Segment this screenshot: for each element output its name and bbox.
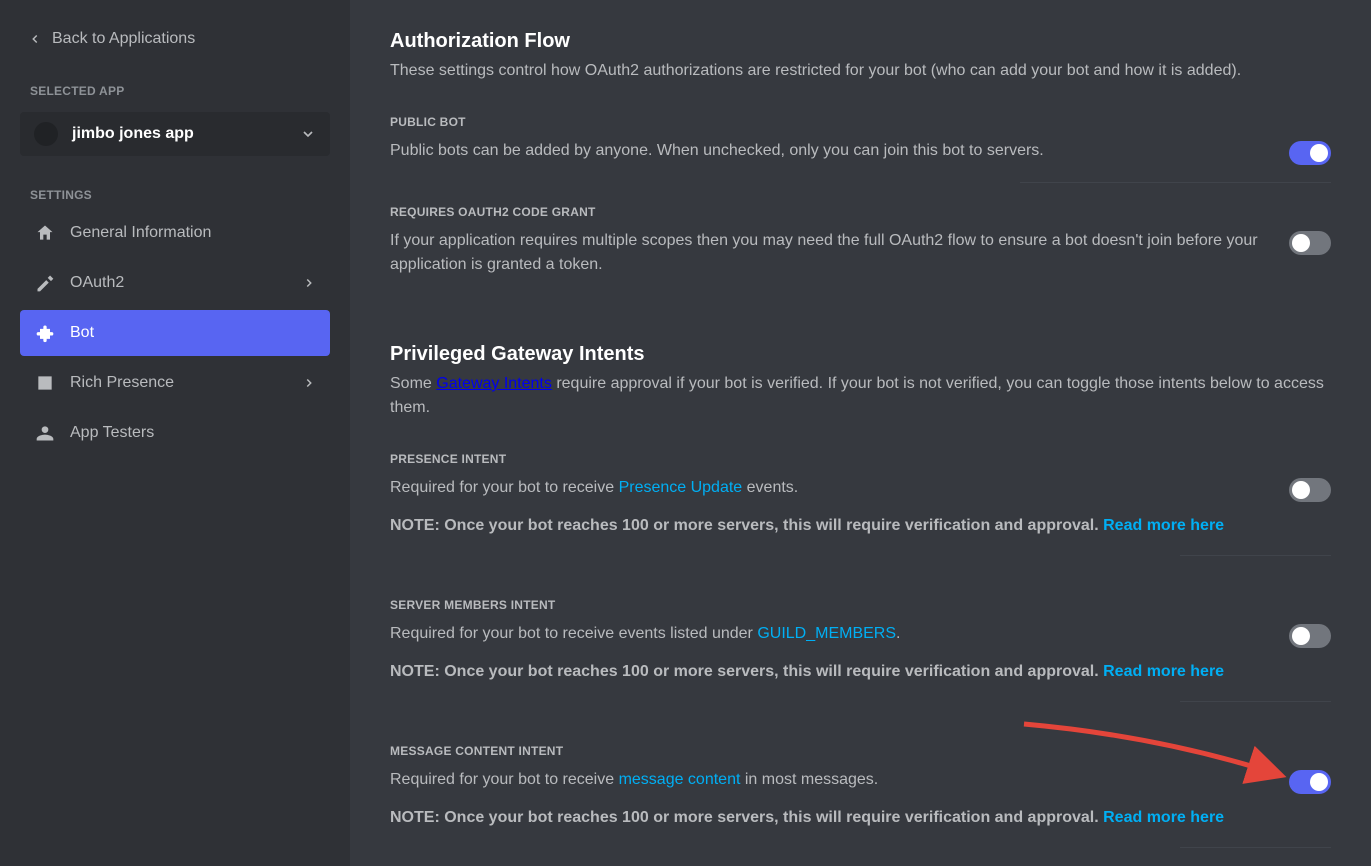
code-grant-header: Requires OAuth2 Code Grant	[390, 205, 1331, 219]
divider	[1180, 701, 1331, 702]
code-grant-setting: Requires OAuth2 Code Grant If your appli…	[390, 205, 1331, 295]
authorization-flow-desc: These settings control how OAuth2 author…	[390, 59, 1331, 83]
sidebar-item-app-testers[interactable]: App Testers	[20, 410, 330, 456]
sidebar-item-bot[interactable]: Bot	[20, 310, 330, 356]
back-label: Back to Applications	[52, 30, 195, 48]
message-content-intent-setting: Message Content Intent Required for your…	[390, 744, 1331, 848]
presence-update-link[interactable]: Presence Update	[619, 479, 743, 496]
sidebar-item-label: App Testers	[70, 424, 316, 442]
back-to-applications-link[interactable]: Back to Applications	[20, 30, 330, 48]
message-content-intent-header: Message Content Intent	[390, 744, 1331, 758]
presence-intent-setting: Presence Intent Required for your bot to…	[390, 452, 1331, 556]
puzzle-icon	[34, 322, 56, 344]
presence-intent-note: NOTE: Once your bot reaches 100 or more …	[390, 514, 1265, 538]
app-avatar	[34, 122, 58, 146]
message-content-intent-note: NOTE: Once your bot reaches 100 or more …	[390, 806, 1265, 830]
server-members-intent-desc: Required for your bot to receive events …	[390, 622, 1265, 646]
public-bot-toggle[interactable]	[1289, 141, 1331, 165]
divider	[1020, 182, 1331, 183]
server-members-intent-note: NOTE: Once your bot reaches 100 or more …	[390, 660, 1265, 684]
divider	[1180, 555, 1331, 556]
public-bot-header: Public Bot	[390, 115, 1331, 129]
message-content-read-more-link[interactable]: Read more here	[1103, 809, 1224, 826]
main-content: Authorization Flow These settings contro…	[350, 0, 1371, 866]
wrench-icon	[34, 272, 56, 294]
sidebar-item-label: Rich Presence	[70, 374, 288, 392]
message-content-link[interactable]: message content	[619, 771, 741, 788]
people-icon	[34, 422, 56, 444]
members-read-more-link[interactable]: Read more here	[1103, 663, 1224, 680]
arrow-left-icon	[28, 32, 42, 46]
server-members-intent-setting: Server Members Intent Required for your …	[390, 598, 1331, 702]
gateway-intents-title: Privileged Gateway Intents	[390, 343, 1331, 366]
selected-app-header: Selected App	[30, 84, 330, 98]
sidebar-item-rich-presence[interactable]: Rich Presence	[20, 360, 330, 406]
home-icon	[34, 222, 56, 244]
sidebar-item-label: OAuth2	[70, 274, 288, 292]
presence-intent-toggle[interactable]	[1289, 478, 1331, 502]
chevron-right-icon	[302, 376, 316, 390]
settings-header: Settings	[30, 188, 330, 202]
app-name: jimbo jones app	[72, 125, 300, 143]
message-content-intent-desc: Required for your bot to receive message…	[390, 768, 1265, 792]
doc-icon	[34, 372, 56, 394]
sidebar-item-label: Bot	[70, 324, 316, 342]
message-content-intent-toggle[interactable]	[1289, 770, 1331, 794]
public-bot-setting: Public Bot Public bots can be added by a…	[390, 115, 1331, 183]
presence-read-more-link[interactable]: Read more here	[1103, 517, 1224, 534]
gateway-desc-pre: Some	[390, 375, 436, 392]
server-members-intent-toggle[interactable]	[1289, 624, 1331, 648]
presence-intent-desc: Required for your bot to receive Presenc…	[390, 476, 1265, 500]
divider	[1180, 847, 1331, 848]
sidebar-item-oauth2[interactable]: OAuth2	[20, 260, 330, 306]
settings-nav: General Information OAuth2 Bot	[20, 210, 330, 460]
gateway-intents-link[interactable]: Gateway Intents	[436, 375, 552, 392]
chevron-down-icon	[300, 126, 316, 142]
app-selector[interactable]: jimbo jones app	[20, 112, 330, 156]
guild-members-link[interactable]: GUILD_MEMBERS	[757, 625, 896, 642]
server-members-intent-header: Server Members Intent	[390, 598, 1331, 612]
chevron-right-icon	[302, 276, 316, 290]
code-grant-desc: If your application requires multiple sc…	[390, 229, 1265, 277]
sidebar-item-label: General Information	[70, 224, 316, 242]
public-bot-desc: Public bots can be added by anyone. When…	[390, 139, 1265, 163]
gateway-intents-desc: Some Gateway Intents require approval if…	[390, 372, 1331, 420]
code-grant-toggle[interactable]	[1289, 231, 1331, 255]
authorization-flow-title: Authorization Flow	[390, 30, 1331, 53]
sidebar-item-general-information[interactable]: General Information	[20, 210, 330, 256]
presence-intent-header: Presence Intent	[390, 452, 1331, 466]
sidebar: Back to Applications Selected App jimbo …	[0, 0, 350, 866]
